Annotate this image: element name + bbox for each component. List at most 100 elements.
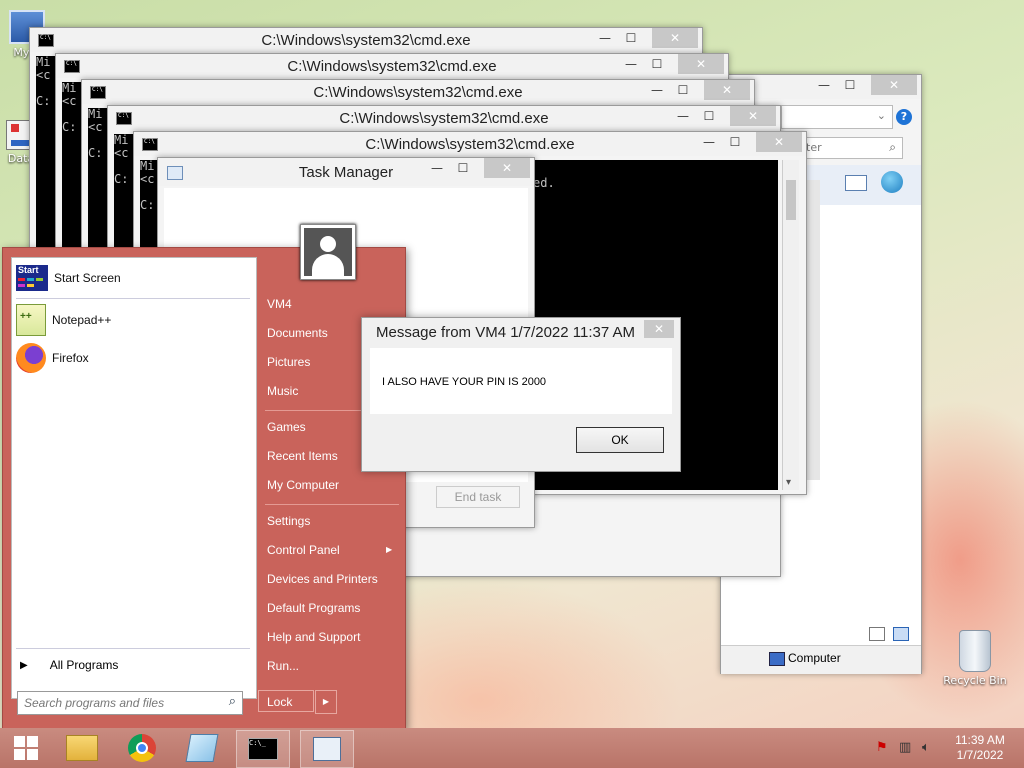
- arrow-right-icon: ▶: [386, 545, 393, 554]
- maximize-button[interactable]: ☐: [839, 75, 861, 95]
- start-item-recent-items[interactable]: Recent Items: [267, 449, 338, 463]
- minimize-button[interactable]: —: [646, 80, 668, 100]
- all-programs-label: All Programs: [49, 658, 119, 672]
- program-start-screen[interactable]: Start Start Screen: [16, 261, 121, 295]
- address-bar[interactable]: ⌄: [781, 105, 893, 129]
- start-item-games[interactable]: Games: [267, 420, 306, 434]
- start-item-devices-and-printers[interactable]: Devices and Printers: [267, 572, 378, 586]
- lock-button[interactable]: Lock: [258, 690, 314, 712]
- message-text: I ALSO HAVE YOUR PIN IS 2000: [382, 376, 547, 388]
- taskbar-cmd[interactable]: C:\_: [236, 730, 290, 768]
- start-item-default-programs[interactable]: Default Programs: [267, 601, 360, 615]
- start-tile-text: Start: [18, 265, 39, 275]
- user-avatar[interactable]: [300, 224, 356, 280]
- cmd-icon: C:\_: [248, 738, 278, 760]
- start-item-music[interactable]: Music: [267, 384, 298, 398]
- recycle-bin-icon: [959, 630, 991, 672]
- close-button[interactable]: ✕: [756, 132, 802, 152]
- start-item-help-and-support[interactable]: Help and Support: [267, 630, 360, 644]
- close-button[interactable]: ✕: [484, 158, 530, 178]
- notepad-icon: [185, 734, 219, 762]
- start-item-pictures[interactable]: Pictures: [267, 355, 310, 369]
- start-button[interactable]: [0, 730, 52, 766]
- cmd-titlebar[interactable]: C:\Windows\system32\cmd.exe — ☐ ✕: [30, 28, 702, 52]
- start-item-my-computer[interactable]: My Computer: [267, 478, 339, 492]
- globe-icon[interactable]: [881, 171, 903, 193]
- start-item-settings[interactable]: Settings: [267, 514, 310, 528]
- message-body: I ALSO HAVE YOUR PIN IS 2000: [370, 348, 672, 414]
- divider: [16, 298, 250, 299]
- lock-options-button[interactable]: ▶: [315, 690, 337, 714]
- desktop-icon-recycle-bin[interactable]: Recycle Bin: [940, 630, 1010, 687]
- notepad-plus-plus-icon: ++: [16, 304, 46, 336]
- maximize-button[interactable]: ☐: [452, 158, 474, 178]
- task-manager-titlebar[interactable]: Task Manager — ☐ ✕: [158, 158, 534, 186]
- task-manager-icon: [313, 737, 341, 761]
- action-center-flag-icon[interactable]: ⚑: [876, 740, 888, 755]
- message-box-title: Message from VM4 1/7/2022 11:37 AM: [376, 324, 636, 341]
- message-box[interactable]: Message from VM4 1/7/2022 11:37 AM ✕ I A…: [361, 317, 681, 472]
- search-input[interactable]: ter ⌕: [801, 137, 903, 159]
- taskbar-notepad[interactable]: [176, 730, 228, 766]
- minimize-button[interactable]: —: [672, 106, 694, 126]
- cmd-titlebar[interactable]: C:\Windows\system32\cmd.exe — ☐ ✕: [56, 54, 728, 78]
- start-item-documents[interactable]: Documents: [267, 326, 328, 340]
- search-icon: ⌕: [889, 140, 896, 154]
- desktop-icon-label: Recycle Bin: [943, 674, 1007, 687]
- help-icon[interactable]: ?: [896, 109, 912, 125]
- cmd-titlebar[interactable]: C:\Windows\system32\cmd.exe — ☐ ✕: [108, 106, 780, 130]
- maximize-button[interactable]: ☐: [646, 54, 668, 74]
- close-button[interactable]: ✕: [730, 106, 776, 126]
- start-search-input[interactable]: Search programs and files ⌕: [17, 691, 243, 715]
- network-icon[interactable]: ▥: [899, 740, 911, 755]
- maximize-button[interactable]: ☐: [724, 132, 746, 152]
- program-notepad-plus-plus[interactable]: ++ Notepad++: [16, 303, 111, 337]
- cmd-titlebar[interactable]: C:\Windows\system32\cmd.exe — ☐ ✕: [82, 80, 754, 104]
- start-item-run[interactable]: Run...: [267, 659, 299, 673]
- taskbar-file-explorer[interactable]: [56, 730, 108, 766]
- maximize-button[interactable]: ☐: [620, 28, 642, 48]
- volume-muted-icon[interactable]: 🔈︎: [922, 740, 930, 755]
- arrow-right-icon: ▶: [20, 659, 28, 671]
- search-icon: ⌕: [228, 694, 236, 709]
- close-button[interactable]: ✕: [644, 320, 674, 338]
- ok-button[interactable]: OK: [576, 427, 664, 453]
- program-label: Firefox: [52, 351, 89, 365]
- close-button[interactable]: ✕: [704, 80, 750, 100]
- minimize-button[interactable]: —: [813, 75, 835, 95]
- start-item-control-panel[interactable]: Control Panel: [267, 543, 340, 557]
- clock[interactable]: 11:39 AM 1/7/2022: [950, 733, 1010, 763]
- close-button[interactable]: ✕: [652, 28, 698, 48]
- maximize-button[interactable]: ☐: [672, 80, 694, 100]
- search-placeholder: Search programs and files: [24, 696, 165, 710]
- status-computer-label: Computer: [788, 651, 841, 665]
- scroll-down-icon[interactable]: ▾: [786, 477, 791, 488]
- scrollbar[interactable]: ▾: [782, 160, 799, 490]
- console-tail-text: ed.: [533, 176, 555, 190]
- end-task-button[interactable]: End task: [436, 486, 520, 508]
- details-view-icon[interactable]: [869, 627, 885, 641]
- all-programs-button[interactable]: ▶ All Programs: [20, 656, 118, 674]
- close-button[interactable]: ✕: [678, 54, 724, 74]
- start-item-vm4[interactable]: VM4: [267, 297, 292, 311]
- program-firefox[interactable]: Firefox: [16, 341, 89, 375]
- taskbar-chrome[interactable]: [116, 730, 168, 766]
- divider: [265, 504, 399, 505]
- large-icons-view-icon[interactable]: [893, 627, 909, 641]
- close-button[interactable]: ✕: [871, 75, 917, 95]
- minimize-button[interactable]: —: [426, 158, 448, 178]
- scrollbar[interactable]: [806, 180, 820, 480]
- minimize-button[interactable]: —: [698, 132, 720, 152]
- cmd-titlebar[interactable]: C:\Windows\system32\cmd.exe — ☐ ✕: [134, 132, 806, 156]
- message-box-titlebar[interactable]: Message from VM4 1/7/2022 11:37 AM ✕: [362, 318, 680, 346]
- taskbar: C:\_ ⚑ ▥ 🔈︎ 11:39 AM 1/7/2022: [0, 728, 1024, 768]
- windows-logo-icon: [14, 736, 38, 760]
- computer-icon: [769, 652, 785, 666]
- maximize-button[interactable]: ☐: [698, 106, 720, 126]
- taskbar-task-manager[interactable]: [300, 730, 354, 768]
- minimize-button[interactable]: —: [620, 54, 642, 74]
- chrome-icon: [128, 734, 156, 762]
- scroll-thumb[interactable]: [786, 180, 796, 220]
- email-icon[interactable]: [845, 175, 867, 191]
- minimize-button[interactable]: —: [594, 28, 616, 48]
